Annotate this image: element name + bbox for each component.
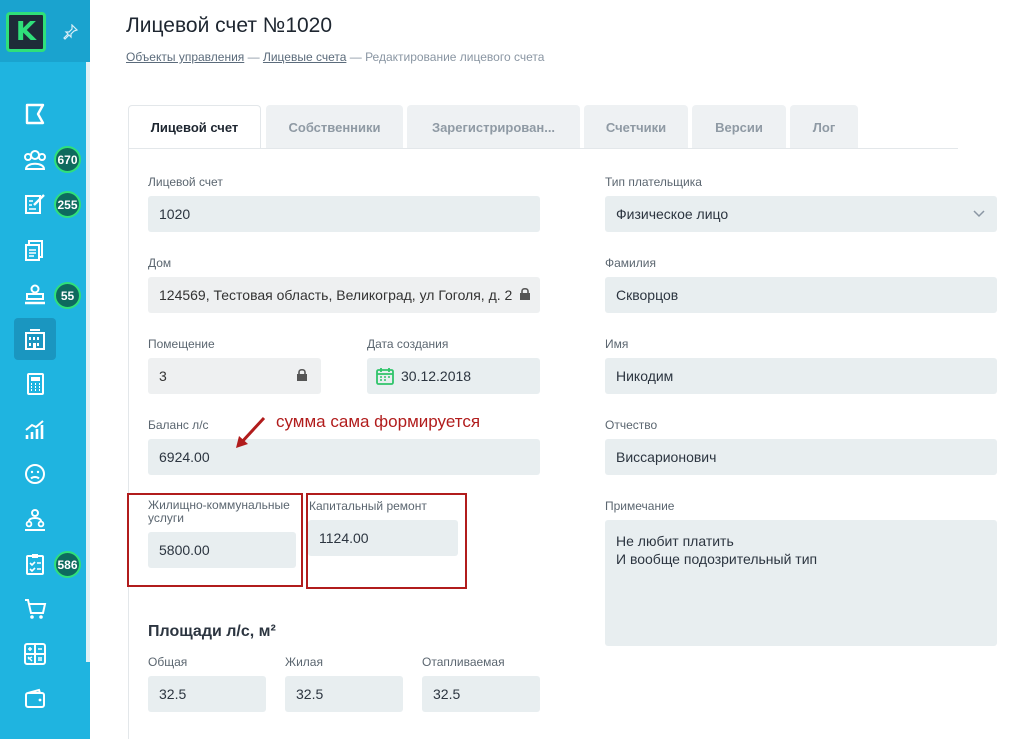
tab-account[interactable]: Лицевой счет [128,105,261,149]
annotation-text: сумма сама формируется [276,412,481,431]
annotation-box-capital [306,493,467,589]
page-title: Лицевой счет №1020 [126,14,333,37]
area-section-title: Площади л/с, м² [148,623,276,640]
house-field: 124569, Тестовая область, Великоград, ул… [148,277,540,313]
room-field: 3 [148,358,321,394]
sidebar-header: K [0,0,90,62]
calendar-icon[interactable] [375,366,395,386]
area-heated-label: Отапливаемая [422,655,505,669]
nav-wallet[interactable] [14,678,56,720]
chevron-down-icon [973,210,985,218]
payer-type-label: Тип плательщика [605,175,702,189]
created-date-field[interactable]: 30.12.2018 [367,358,540,394]
team-icon [25,509,45,531]
tab-meters[interactable]: Счетчики [584,105,688,149]
breadcrumb-separator: — [244,50,263,64]
created-date-value: 30.12.2018 [401,368,472,384]
tab-log[interactable]: Лог [790,105,858,149]
documents-icon [25,240,43,261]
edit-document-icon [25,194,45,214]
wallet-icon [25,688,45,708]
nav-flag[interactable] [14,93,56,135]
lastname-field[interactable]: Скворцов [605,277,997,313]
area-total-label: Общая [148,655,188,669]
created-label: Дата создания [367,337,449,351]
area-living-field[interactable]: 32.5 [285,676,403,712]
payer-type-value: Физическое лицо [616,206,729,222]
sidebar: K 670 255 55 586 [0,0,90,739]
annotation-box-housing [127,493,303,587]
nav-calc-grid[interactable] [14,633,56,675]
checklist-icon [26,554,44,575]
nav-analytics[interactable] [14,409,56,451]
room-value: 3 [159,368,167,384]
nav-complaints[interactable] [14,453,56,495]
lock-icon [297,368,307,381]
payer-type-select[interactable]: Физическое лицо [605,196,997,232]
people-group-icon [24,150,46,170]
lock-icon [518,287,532,301]
nav-buildings[interactable] [14,318,56,360]
breadcrumb-separator: — [346,50,366,64]
logo-letter: K [15,17,37,47]
nav-dispatcher[interactable] [14,273,56,315]
dispatcher-icon [25,284,45,305]
tab-registered[interactable]: Зарегистрирован... [407,105,580,149]
badge-dispatcher: 55 [54,282,81,309]
nav-people[interactable] [14,139,56,181]
account-field[interactable]: 1020 [148,196,540,232]
firstname-field[interactable]: Никодим [605,358,997,394]
breadcrumb-link-accounts[interactable]: Лицевые счета [263,50,346,64]
tab-versions[interactable]: Версии [692,105,786,149]
house-value: 124569, Тестовая область, Великоград, ул… [159,287,513,303]
balance-field[interactable]: 6924.00 [148,439,540,475]
main-content: Лицевой счет №1020 Объекты управления — … [90,0,1014,739]
calculator-icon [27,373,44,395]
breadcrumb-current: Редактирование лицевого счета [365,50,545,64]
sad-face-icon [25,464,45,484]
building-icon [25,329,45,350]
note-textarea[interactable]: Не любит платить И вообще подозрительный… [605,520,997,646]
room-label: Помещение [148,337,215,351]
patronymic-label: Отчество [605,418,658,432]
area-living-label: Жилая [285,655,323,669]
content-border [128,148,129,739]
lastname-label: Фамилия [605,256,656,270]
area-heated-field[interactable]: 32.5 [422,676,540,712]
pin-icon[interactable] [62,23,79,43]
breadcrumb-link-objects[interactable]: Объекты управления [126,50,244,64]
nav-team[interactable] [14,499,56,541]
nav-edit[interactable] [14,183,56,225]
tab-divider [128,148,958,149]
tab-owners[interactable]: Собственники [266,105,403,149]
firstname-label: Имя [605,337,629,351]
badge-checklist: 586 [54,551,81,578]
note-line-1: Не любит платить [616,533,734,549]
house-label: Дом [148,256,172,270]
nav-cart[interactable] [14,588,56,630]
analytics-icon [25,420,44,439]
badge-people: 670 [54,146,81,173]
area-total-field[interactable]: 32.5 [148,676,266,712]
nav-checklist[interactable] [14,543,56,585]
flag-icon [25,103,45,125]
cart-icon [25,599,47,619]
note-line-2: И вообще подозрительный тип [616,551,818,567]
calc-grid-icon [24,643,46,665]
annotation-arrow [236,416,266,448]
nav-calculator[interactable] [14,363,56,405]
balance-label: Баланс л/с [148,418,209,432]
badge-edit: 255 [54,191,81,218]
patronymic-field[interactable]: Виссарионович [605,439,997,475]
breadcrumb: Объекты управления — Лицевые счета — Ред… [126,50,544,64]
note-label: Примечание [605,499,675,513]
nav-documents[interactable] [14,229,56,271]
account-label: Лицевой счет [148,175,223,189]
app-logo[interactable]: K [6,12,46,52]
